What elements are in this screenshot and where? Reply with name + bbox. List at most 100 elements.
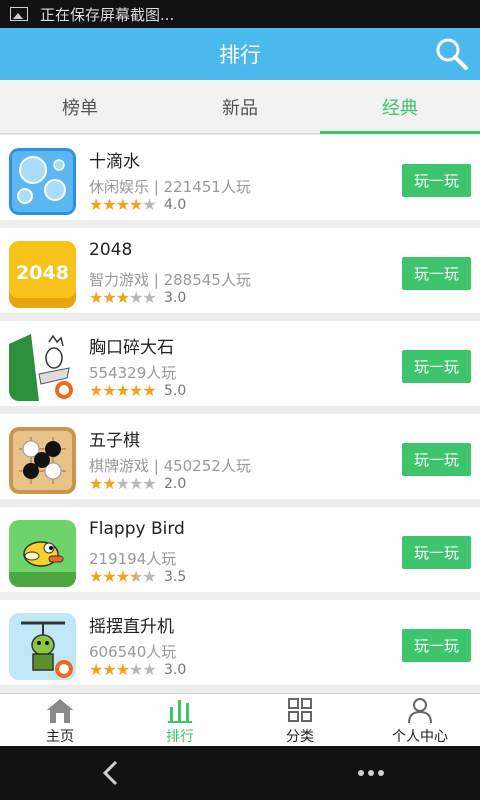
star-rating: ★★★★★ xyxy=(89,567,157,586)
game-name: Flappy Bird xyxy=(89,519,185,539)
game-list[interactable]: 十滴水 休闲娱乐 | 221451人玩 ★★★★★ 4.0 玩一玩 2048 2… xyxy=(0,135,480,693)
star-icon: ★ xyxy=(142,381,156,400)
star-icon: ★ xyxy=(115,474,130,493)
star-icon: ★ xyxy=(129,195,143,214)
star-icon: ★ xyxy=(102,381,116,400)
game-name: 胸口碎大石 xyxy=(89,338,174,358)
status-bar: 正在保存屏幕截图... xyxy=(0,0,480,28)
person-icon xyxy=(408,698,432,724)
search-icon[interactable] xyxy=(434,36,470,72)
star-icon: ★ xyxy=(115,288,130,307)
star-icon: ★ xyxy=(142,288,156,307)
star-rating: ★★★★★ xyxy=(89,195,157,214)
2048-icon: 2048 xyxy=(9,241,76,308)
tab-classic[interactable]: 经典 xyxy=(320,80,480,134)
list-item[interactable]: 摇摆直升机 606540人玩 ★★★★★ 3.0 玩一玩 xyxy=(0,600,480,685)
star-icon: ★ xyxy=(129,567,143,586)
star-icon: ★ xyxy=(89,195,103,214)
list-item[interactable]: 2048 2048 智力游戏 | 288545人玩 ★★★★★ 3.0 玩一玩 xyxy=(0,228,480,313)
star-rating: ★★★★★ xyxy=(89,381,157,400)
grid-icon xyxy=(288,698,312,722)
play-button[interactable]: 玩一玩 xyxy=(402,257,471,290)
list-item[interactable]: Flappy Bird 219194人玩 ★★★★★ 3.5 玩一玩 xyxy=(0,507,480,592)
star-icon: ★ xyxy=(115,195,130,214)
nav-label: 分类 xyxy=(286,729,314,745)
game-meta: 智力游戏 | 288545人玩 xyxy=(89,271,251,289)
star-icon: ★ xyxy=(102,474,116,493)
game-name: 十滴水 xyxy=(89,152,140,172)
game-name: 摇摆直升机 xyxy=(89,617,174,637)
list-item[interactable]: 十滴水 休闲娱乐 | 221451人玩 ★★★★★ 4.0 玩一玩 xyxy=(0,135,480,220)
star-icon: ★ xyxy=(129,288,143,307)
game-meta: 554329人玩 xyxy=(89,364,177,382)
star-icon: ★ xyxy=(102,288,116,307)
swing-copter-icon xyxy=(9,613,76,680)
star-icon: ★ xyxy=(102,660,116,679)
star-rating: ★★★★★ xyxy=(89,288,157,307)
star-icon: ★ xyxy=(89,660,103,679)
back-icon[interactable] xyxy=(98,758,124,788)
rating-value: 2.0 xyxy=(164,476,187,492)
star-icon: ★ xyxy=(129,474,143,493)
nav-profile[interactable]: 个人中心 xyxy=(360,694,480,746)
nav-home[interactable]: 主页 xyxy=(0,694,120,746)
star-icon: ★ xyxy=(115,381,130,400)
game-name: 五子棋 xyxy=(89,431,140,451)
play-button[interactable]: 玩一玩 xyxy=(402,629,471,662)
status-text: 正在保存屏幕截图... xyxy=(40,5,175,24)
star-icon: ★ xyxy=(115,660,130,679)
bottom-nav: 主页 排行 分类 个人中心 xyxy=(0,693,480,746)
home-icon xyxy=(47,699,73,723)
rating-value: 3.5 xyxy=(164,569,187,585)
header-bar: 排行 xyxy=(0,28,480,80)
rating-value: 3.0 xyxy=(164,662,187,678)
game-meta: 棋牌游戏 | 450252人玩 xyxy=(89,457,251,475)
star-icon: ★ xyxy=(102,567,116,586)
nav-ranking[interactable]: 排行 xyxy=(120,694,240,746)
game-name: 2048 xyxy=(89,240,133,260)
tab-label: 榜单 xyxy=(62,97,98,119)
star-icon: ★ xyxy=(129,660,143,679)
list-item[interactable]: 胸口碎大石 554329人玩 ★★★★★ 5.0 玩一玩 xyxy=(0,321,480,406)
play-button[interactable]: 玩一玩 xyxy=(402,443,471,476)
star-icon: ★ xyxy=(89,567,103,586)
image-icon xyxy=(10,7,28,21)
more-icon[interactable] xyxy=(356,758,386,788)
star-icon: ★ xyxy=(89,381,103,400)
rating-value: 4.0 xyxy=(164,197,187,213)
game-meta: 219194人玩 xyxy=(89,550,177,568)
nav-label: 主页 xyxy=(46,729,74,745)
ranking-icon xyxy=(168,700,192,723)
tab-chart[interactable]: 榜单 xyxy=(0,80,160,133)
system-nav-bar xyxy=(0,746,480,800)
tab-bar: 榜单 新品 经典 xyxy=(0,80,480,134)
star-icon: ★ xyxy=(129,381,143,400)
star-icon: ★ xyxy=(142,660,156,679)
play-button[interactable]: 玩一玩 xyxy=(402,350,471,383)
tab-label: 经典 xyxy=(382,97,418,119)
game-meta: 606540人玩 xyxy=(89,643,177,661)
star-icon: ★ xyxy=(89,288,103,307)
nav-label: 个人中心 xyxy=(392,729,448,745)
gomoku-icon xyxy=(9,427,76,494)
water-drops-icon xyxy=(9,148,76,215)
list-item[interactable]: 五子棋 棋牌游戏 | 450252人玩 ★★★★★ 2.0 玩一玩 xyxy=(0,414,480,499)
tab-new[interactable]: 新品 xyxy=(160,80,320,133)
nav-category[interactable]: 分类 xyxy=(240,694,360,746)
play-button[interactable]: 玩一玩 xyxy=(402,536,471,569)
star-icon: ★ xyxy=(142,567,156,586)
rock-smash-icon xyxy=(9,334,76,401)
page-title: 排行 xyxy=(219,43,261,67)
game-meta: 休闲娱乐 | 221451人玩 xyxy=(89,178,251,196)
play-button[interactable]: 玩一玩 xyxy=(402,164,471,197)
icon-text: 2048 xyxy=(16,262,69,284)
flappy-bird-icon xyxy=(9,520,76,587)
rating-value: 5.0 xyxy=(164,383,187,399)
nav-label: 排行 xyxy=(166,729,194,745)
tab-label: 新品 xyxy=(222,97,258,119)
star-icon: ★ xyxy=(142,474,156,493)
star-icon: ★ xyxy=(102,195,116,214)
star-icon: ★ xyxy=(89,474,103,493)
star-rating: ★★★★★ xyxy=(89,474,157,493)
star-icon: ★ xyxy=(142,195,156,214)
